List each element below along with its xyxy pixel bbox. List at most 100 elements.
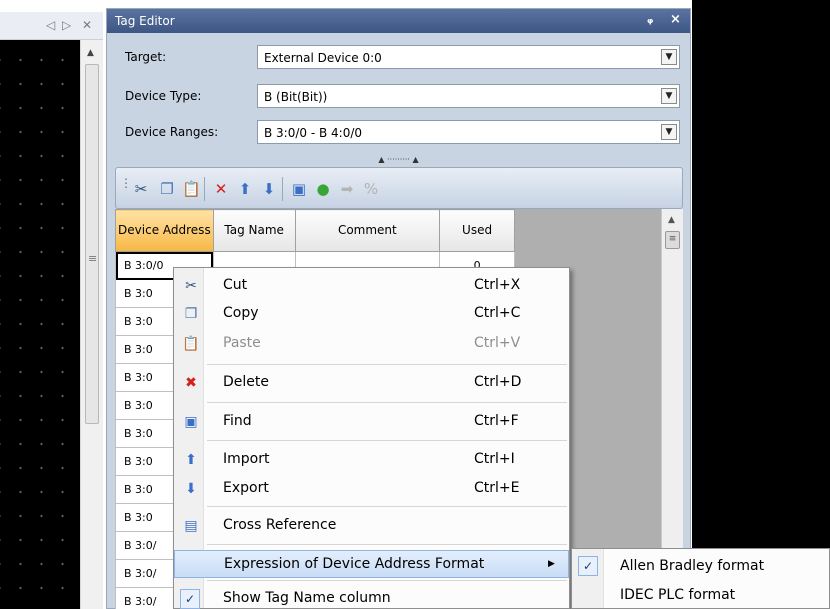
chevron-down-icon[interactable]: ▼: [661, 88, 677, 104]
close-icon[interactable]: ✕: [82, 18, 92, 32]
menu-item-expression-of-device-address-format[interactable]: Expression of Device Address Format ▶: [174, 550, 569, 578]
submenu-item-idec-plc-format[interactable]: IDEC PLC format: [572, 581, 829, 609]
import-icon[interactable]: ⬆: [236, 180, 254, 198]
menu-item-paste[interactable]: 📋 Paste Ctrl+V: [174, 330, 569, 358]
menu-item-label: Export: [223, 480, 269, 496]
export-icon[interactable]: ⬇: [260, 180, 278, 198]
submenu-item-allen-bradley-format[interactable]: ✓ Allen Bradley format: [572, 552, 829, 582]
menu-separator: [207, 364, 567, 365]
submenu-item-label: Allen Bradley format: [620, 558, 765, 574]
delete-icon[interactable]: ✕: [212, 180, 230, 198]
close-icon[interactable]: ×: [670, 12, 681, 27]
menu-separator: [207, 580, 567, 581]
find-icon: ▣: [184, 414, 198, 430]
menu-item-shortcut: Ctrl+C: [474, 305, 521, 321]
device-type-label: Device Type:: [125, 89, 202, 103]
left-dock-panel: ◁ ▷ ✕ ▲ ≡: [0, 0, 103, 609]
menu-item-shortcut: Ctrl+F: [474, 413, 519, 429]
panel-splitter[interactable]: ▲ ········· ▲: [117, 156, 680, 166]
tag-toolbar: ⋮ ✂ ❐ 📋 ✕ ⬆ ⬇ ▣ ● ➡%: [115, 167, 683, 209]
forward-icon[interactable]: ➡: [338, 180, 356, 198]
copy-icon[interactable]: ❐: [158, 180, 176, 198]
submenu-item-label: IDEC PLC format: [620, 587, 736, 603]
menu-separator: [207, 506, 567, 507]
panel-title: Tag Editor: [115, 14, 175, 28]
menu-separator: [207, 544, 567, 545]
column-header-tag-name[interactable]: Tag Name: [212, 209, 296, 252]
device-type-select[interactable]: B (Bit(Bit)) ▼: [257, 84, 680, 108]
menu-item-label: Delete: [223, 374, 269, 390]
cut-icon[interactable]: ✂: [132, 180, 150, 198]
scroll-up-icon[interactable]: ▲: [87, 48, 94, 58]
toolbar-separator: [282, 177, 283, 201]
menu-item-copy[interactable]: ❐ Copy Ctrl+C: [174, 300, 569, 328]
scroll-up-icon[interactable]: ▲: [668, 215, 675, 225]
chevron-down-icon[interactable]: ▼: [661, 49, 677, 65]
context-menu: ✂ Cut Ctrl+X ❐ Copy Ctrl+C 📋 Paste Ctrl+V ✖ Delete…: [173, 267, 570, 609]
device-ranges-select[interactable]: B 3:0/0 - B 4:0/0 ▼: [257, 120, 680, 144]
tag-editor-titlebar[interactable]: Tag Editor ᵩ ×: [107, 9, 690, 33]
right-workspace-area: [692, 0, 830, 550]
paste-icon: 📋: [182, 336, 200, 352]
import-icon: ⬆: [185, 452, 197, 468]
left-document-canvas[interactable]: [0, 40, 80, 609]
menu-item-label: Import: [223, 451, 270, 467]
menu-item-shortcut: Ctrl+E: [474, 480, 520, 496]
target-label: Target:: [125, 50, 167, 64]
menu-item-import[interactable]: ⬆ Import Ctrl+I: [174, 446, 569, 474]
toolbar-grip-icon[interactable]: ⋮: [120, 176, 132, 190]
menu-item-shortcut: Ctrl+D: [474, 374, 522, 390]
column-header-device-address[interactable]: Device Address: [115, 209, 214, 252]
address-format-submenu: ✓ Allen Bradley format IDEC PLC format: [571, 548, 830, 609]
target-value: External Device 0:0: [264, 51, 382, 65]
checkmark-icon: ✓: [180, 589, 200, 609]
menu-item-delete[interactable]: ✖ Delete Ctrl+D: [174, 369, 569, 397]
menu-item-label: Expression of Device Address Format: [224, 556, 485, 572]
submenu-arrow-icon: ▶: [548, 559, 555, 569]
menu-item-cut[interactable]: ✂ Cut Ctrl+X: [174, 272, 569, 300]
scroll-thumb[interactable]: [85, 64, 99, 424]
menu-item-label: Copy: [223, 305, 259, 321]
nav-forward-icon[interactable]: ▷: [62, 18, 71, 32]
menu-item-show-tag-name-column[interactable]: ✓ Show Tag Name column: [174, 585, 569, 609]
cross-reference-icon: ▤: [184, 518, 198, 534]
menu-separator: [207, 440, 567, 441]
column-header-comment[interactable]: Comment: [294, 209, 441, 252]
menu-item-cross-reference[interactable]: ▤ Cross Reference: [174, 512, 569, 540]
menu-item-label: Paste: [223, 335, 261, 351]
toolbar-separator: [204, 177, 205, 201]
scroll-grip-icon: ≡: [88, 252, 98, 265]
chevron-down-icon[interactable]: ▼: [661, 124, 677, 140]
refresh-icon[interactable]: ●: [314, 180, 332, 198]
menu-item-export[interactable]: ⬇ Export Ctrl+E: [174, 475, 569, 503]
menu-item-label: Cut: [223, 277, 248, 293]
menu-item-shortcut: Ctrl+X: [474, 277, 521, 293]
device-type-value: B (Bit(Bit)): [264, 90, 328, 104]
left-scrollbar[interactable]: ▲ ≡: [80, 40, 103, 609]
target-row: Target: External Device 0:0 ▼: [117, 45, 680, 71]
checkmark-icon: ✓: [578, 556, 598, 576]
percent-icon[interactable]: %: [362, 180, 380, 198]
menu-item-label: Find: [223, 413, 252, 429]
menu-separator: [207, 402, 567, 403]
menu-item-find[interactable]: ▣ Find Ctrl+F: [174, 408, 569, 436]
pin-icon[interactable]: ᵩ: [647, 12, 653, 27]
menu-item-label: Cross Reference: [223, 517, 337, 533]
target-select[interactable]: External Device 0:0 ▼: [257, 45, 680, 69]
menu-item-shortcut: Ctrl+V: [474, 335, 521, 351]
menu-item-shortcut: Ctrl+I: [474, 451, 515, 467]
device-ranges-value: B 3:0/0 - B 4:0/0: [264, 126, 363, 140]
scroll-thumb[interactable]: ≡: [665, 231, 680, 249]
column-header-used[interactable]: Used: [439, 209, 515, 252]
menu-item-label: Show Tag Name column: [223, 590, 391, 606]
paste-icon[interactable]: 📋: [182, 180, 201, 198]
find-icon[interactable]: ▣: [290, 180, 308, 198]
export-icon: ⬇: [185, 481, 197, 497]
left-dock-header: ◁ ▷ ✕: [0, 12, 103, 40]
nav-back-icon[interactable]: ◁: [46, 18, 55, 32]
device-ranges-label: Device Ranges:: [125, 125, 219, 139]
copy-icon: ❐: [184, 306, 198, 322]
device-type-row: Device Type: B (Bit(Bit)) ▼: [117, 84, 680, 110]
cut-icon: ✂: [185, 278, 197, 294]
device-ranges-row: Device Ranges: B 3:0/0 - B 4:0/0 ▼: [117, 120, 680, 146]
